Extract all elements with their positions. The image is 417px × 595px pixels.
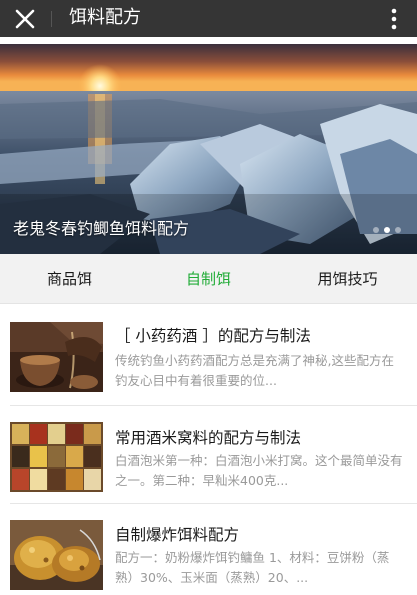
article-title: 常用酒米窝料的配方与制法 <box>115 429 302 447</box>
article-thumbnail <box>10 520 103 590</box>
more-button[interactable] <box>389 6 399 32</box>
article-thumbnail <box>10 322 103 392</box>
article-description: 传统钓鱼小药药酒配方总是充满了神秘,这些配方在钓友心目中有着很重要的位... <box>115 353 394 388</box>
list-item[interactable]: 常用酒米窝料的配方与制法 白酒泡米第一种：白酒泡小米打窝。这个最简单没有之一。第… <box>0 406 417 503</box>
banner-carousel[interactable]: 老鬼冬春钓鲫鱼饵料配方 <box>0 44 417 254</box>
list-item[interactable]: ［ 小药药酒 ］的配方与制法 传统钓鱼小药药酒配方总是充满了神秘,这些配方在钓友… <box>0 305 417 405</box>
tab-bait-tips[interactable]: 用饵技巧 <box>278 254 417 303</box>
article-title: ［ 小药药酒 ］的配方与制法 <box>115 327 311 345</box>
close-button[interactable] <box>12 6 38 32</box>
top-bar: 饵料配方 <box>0 0 417 37</box>
close-icon <box>15 9 35 29</box>
title-separator <box>51 11 52 27</box>
article-description: 配方一：奶粉爆炸饵钓鳙鱼 1、材料：豆饼粉（蒸熟）30%、玉米面（蒸熟）20、.… <box>115 550 390 585</box>
carousel-dot[interactable] <box>384 227 390 233</box>
carousel-dot[interactable] <box>373 227 379 233</box>
carousel-dot[interactable] <box>395 227 401 233</box>
page-title: 饵料配方 <box>69 7 141 28</box>
list-item[interactable]: 自制爆炸饵料配方 配方一：奶粉爆炸饵钓鳙鱼 1、材料：豆饼粉（蒸熟）30%、玉米… <box>0 504 417 595</box>
more-vertical-icon <box>391 8 397 30</box>
article-thumbnail <box>10 422 103 492</box>
tab-commercial-bait[interactable]: 商品饵 <box>0 254 139 303</box>
banner-caption: 老鬼冬春钓鲫鱼饵料配方 <box>13 219 190 238</box>
tab-homemade-bait[interactable]: 自制饵 <box>139 254 278 303</box>
article-title: 自制爆炸饵料配方 <box>115 526 240 544</box>
carousel-indicators <box>373 227 401 233</box>
category-tabs: 商品饵 自制饵 用饵技巧 <box>0 254 417 304</box>
article-description: 白酒泡米第一种：白酒泡小米打窝。这个最简单没有之一。第二种：早籼米400克... <box>115 453 403 488</box>
